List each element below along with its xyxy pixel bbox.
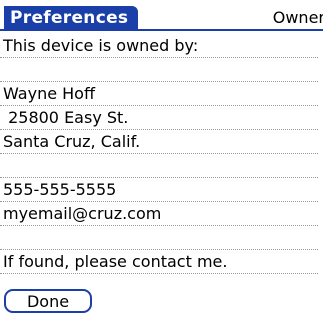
app-title: Preferences [10,8,129,28]
category-label[interactable]: Owner [273,6,323,29]
text-line[interactable]: Santa Cruz, Calif. [0,130,318,154]
title-underline [0,29,323,31]
text-line[interactable] [0,154,318,178]
done-button[interactable]: Done [4,289,92,313]
title-bar: Preferences Owner [0,0,323,31]
text-line[interactable]: Wayne Hoff [0,82,318,106]
text-line[interactable]: 555-555-5555 [0,178,318,202]
text-line[interactable] [0,226,318,250]
text-line[interactable]: This device is owned by: [0,34,318,58]
app-title-tab[interactable]: Preferences [4,6,139,30]
text-line[interactable]: If found, please contact me. [0,250,318,274]
text-line[interactable]: 25800 Easy St. [0,106,318,130]
text-line[interactable] [0,58,318,82]
text-line[interactable]: myemail@cruz.com [0,202,318,226]
